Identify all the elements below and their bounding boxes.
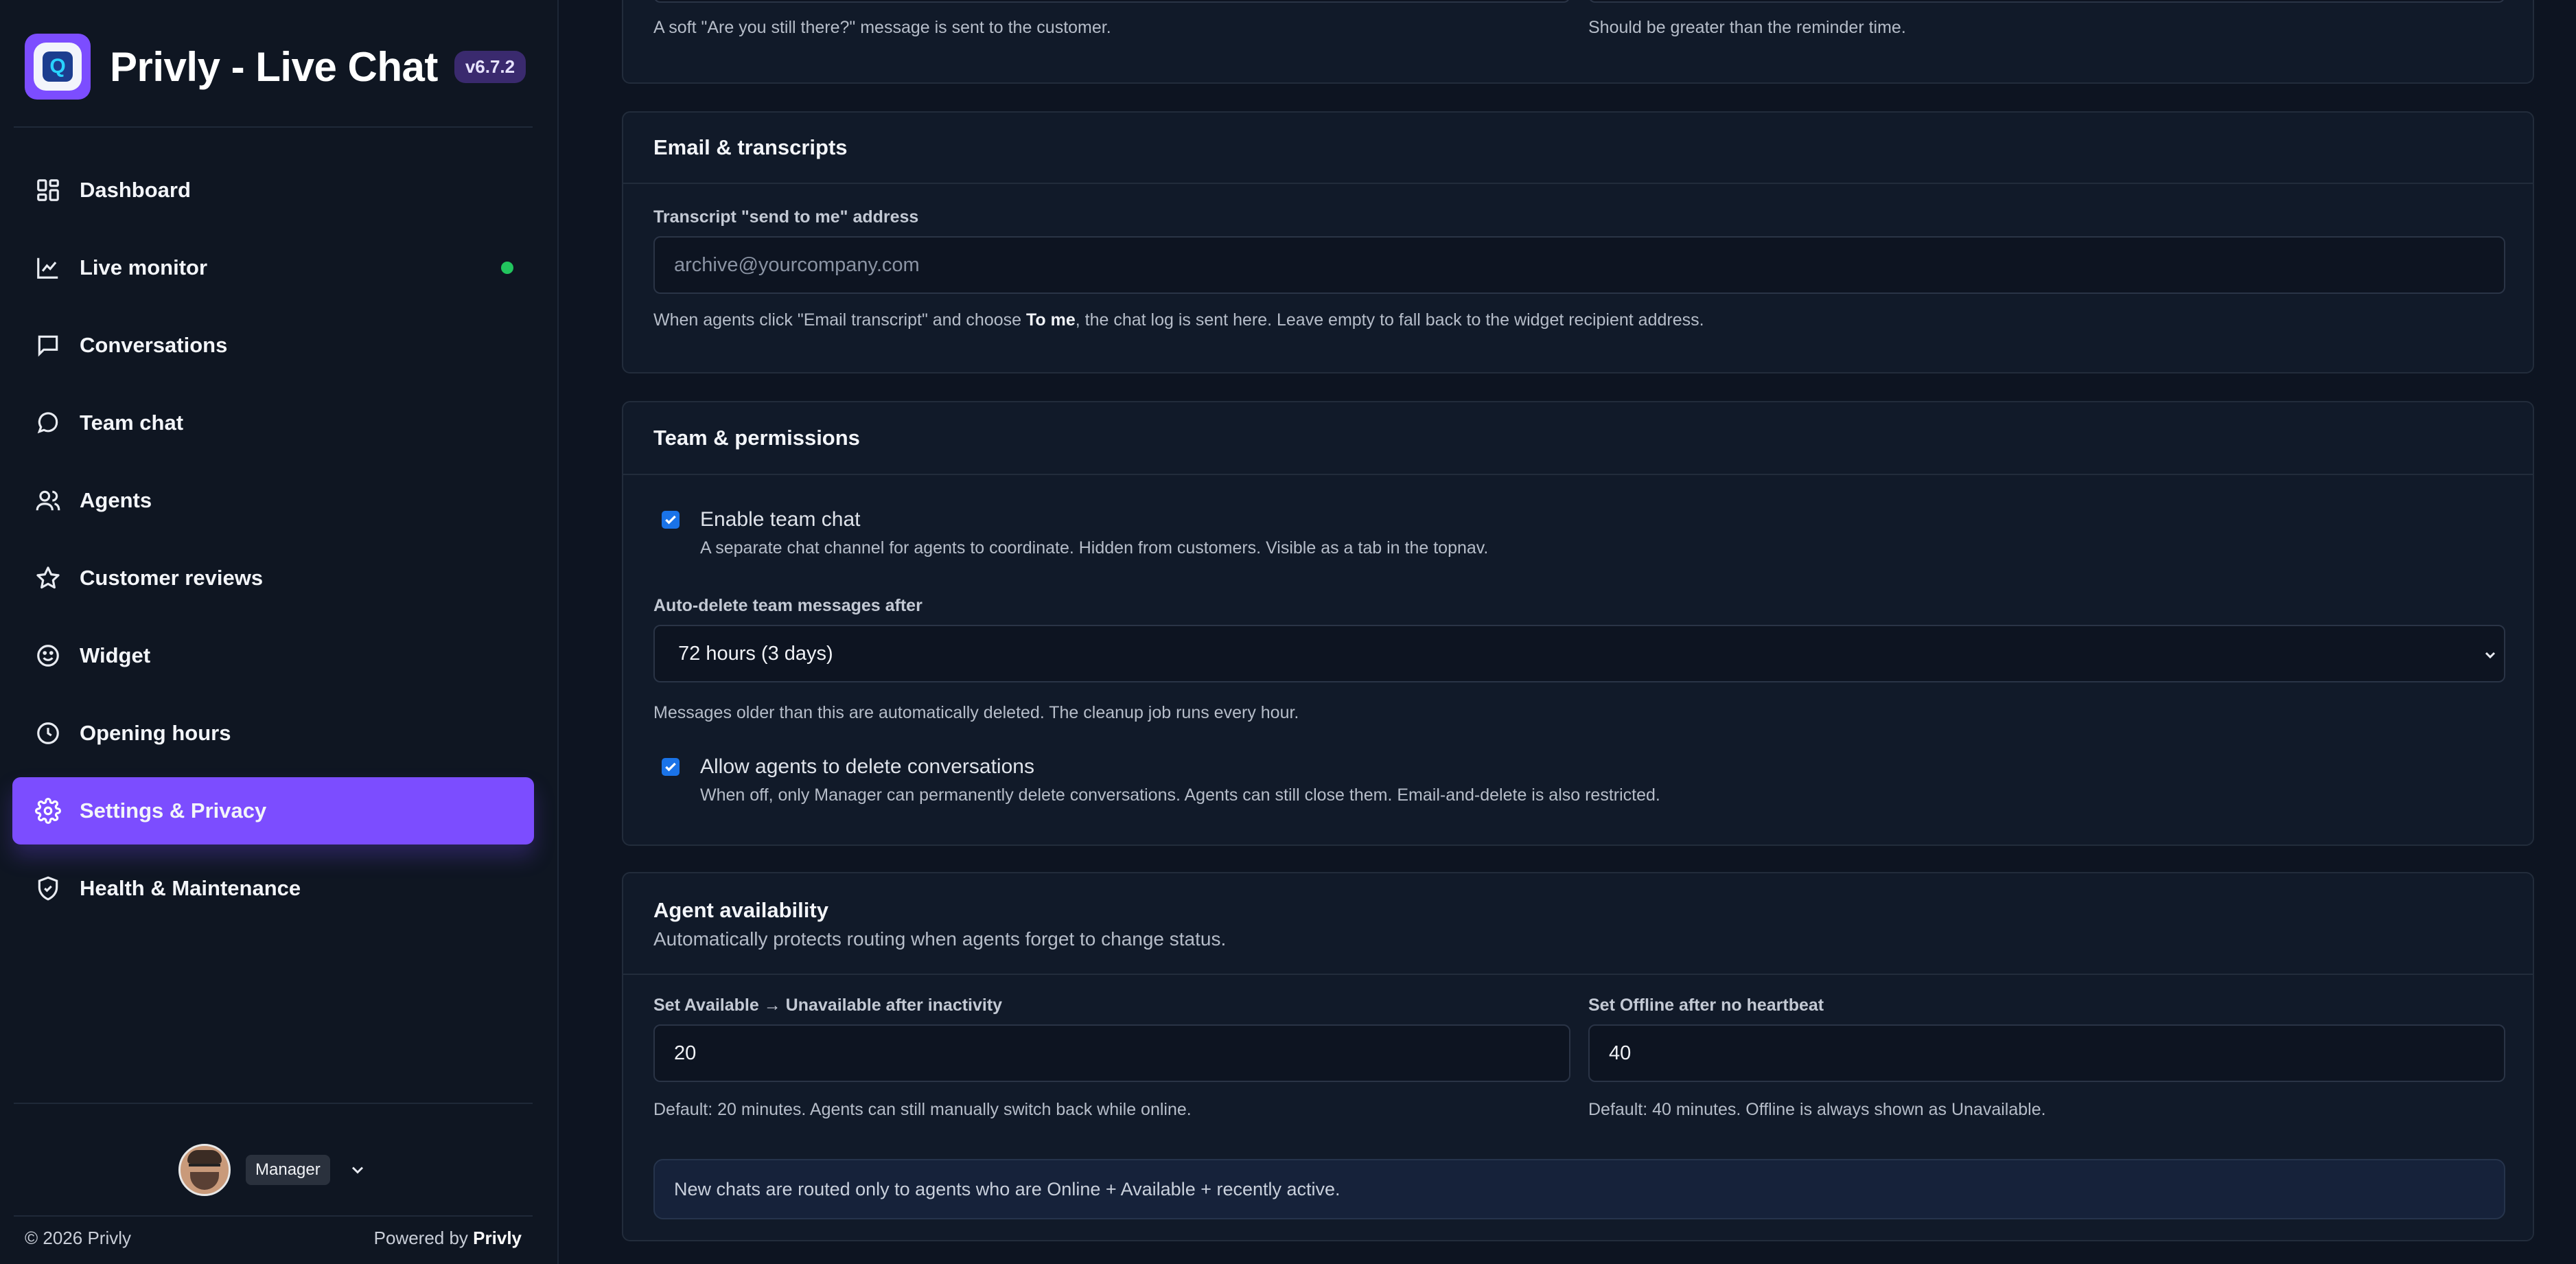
app-logo: Q <box>25 34 91 100</box>
chevron-down-icon <box>2485 652 2496 659</box>
autodelete-label: Auto-delete team messages after <box>653 596 923 615</box>
app-title: Privly - Live Chat <box>110 43 438 90</box>
shield-icon <box>34 875 62 902</box>
avatar <box>178 1144 231 1196</box>
smiley-icon <box>34 642 62 669</box>
nav-item-conversations[interactable]: Conversations <box>12 312 534 379</box>
nav-item-label: Conversations <box>80 333 228 357</box>
inactivity-label: Set Available → Unavailable after inacti… <box>653 996 1003 1015</box>
sidebar-divider <box>14 1215 533 1217</box>
transcript-help: When agents click "Email transcript" and… <box>653 310 1704 330</box>
nav-item-label: Widget <box>80 643 151 667</box>
nav-item-dashboard[interactable]: Dashboard <box>12 157 534 224</box>
nav-item-team-chat[interactable]: Team chat <box>12 389 534 457</box>
agent-availability-card: Agent availability Automatically protect… <box>622 872 2534 1241</box>
nav-item-label: Opening hours <box>80 721 231 745</box>
powered-by: Powered by Privly <box>373 1228 522 1248</box>
message-circle-icon <box>34 409 62 437</box>
enable-team-chat-row: Enable team chat A separate chat channel… <box>662 508 1488 558</box>
nav-item-opening-hours[interactable]: Opening hours <box>12 700 534 767</box>
team-permissions-card: Team & permissions Enable team chat A se… <box>622 401 2534 846</box>
transcript-address-label: Transcript "send to me" address <box>653 207 919 227</box>
inactivity-help: Default: 20 minutes. Agents can still ma… <box>653 1100 1192 1119</box>
reminder-input[interactable] <box>653 0 1570 3</box>
sidebar-divider <box>14 126 533 128</box>
powered-by-brand[interactable]: Privly <box>473 1228 522 1248</box>
copyright: © 2026 Privly <box>25 1228 131 1248</box>
autodelete-select[interactable]: 72 hours (3 days) <box>653 625 2505 682</box>
live-status-dot <box>501 262 513 274</box>
clock-icon <box>34 720 62 747</box>
section-title: Team & permissions <box>653 426 860 450</box>
allow-delete-help: When off, only Manager can permanently d… <box>700 785 1660 805</box>
chart-line-icon <box>34 254 62 281</box>
nav-item-label: Customer reviews <box>80 566 264 590</box>
routing-info-box: New chats are routed only to agents who … <box>653 1159 2505 1219</box>
star-icon <box>34 564 62 592</box>
section-subtitle: Automatically protects routing when agen… <box>653 928 1227 950</box>
inactivity-reminder-card: A soft "Are you still there?" message is… <box>622 0 2534 84</box>
user-menu[interactable]: Manager <box>178 1144 367 1196</box>
nav-item-settings-privacy[interactable]: Settings & Privacy <box>12 777 534 844</box>
nav-item-live-monitor[interactable]: Live monitor <box>12 234 534 301</box>
section-title: Email & transcripts <box>653 135 848 159</box>
nav-item-widget[interactable]: Widget <box>12 622 534 689</box>
email-transcripts-card: Email & transcripts Transcript "send to … <box>622 111 2534 374</box>
auto-close-input[interactable] <box>1588 0 2505 3</box>
role-badge: Manager <box>246 1155 330 1185</box>
version-badge: v6.7.2 <box>454 50 526 83</box>
nav-item-customer-reviews[interactable]: Customer reviews <box>12 544 534 612</box>
autodelete-help: Messages older than this are automatical… <box>653 703 1299 722</box>
users-icon <box>34 487 62 514</box>
nav-item-agents[interactable]: Agents <box>12 467 534 534</box>
nav-item-label: Settings & Privacy <box>80 798 267 823</box>
dashboard-icon <box>34 176 62 204</box>
offline-label: Set Offline after no heartbeat <box>1588 996 1824 1015</box>
section-title: Agent availability <box>653 898 828 922</box>
enable-team-chat-label: Enable team chat <box>700 508 861 531</box>
allow-delete-row: Allow agents to delete conversations Whe… <box>662 755 1660 805</box>
offline-help: Default: 40 minutes. Offline is always s… <box>1588 1100 2046 1119</box>
message-square-icon <box>34 332 62 359</box>
nav-item-label: Live monitor <box>80 255 208 279</box>
sidebar: Q Privly - Live Chat v6.7.2 Dashboard Li… <box>0 0 559 1264</box>
nav-item-label: Dashboard <box>80 178 191 202</box>
nav-item-label: Agents <box>80 488 152 512</box>
sidebar-footer: © 2026 Privly Powered by Privly <box>25 1228 522 1249</box>
sidebar-divider <box>14 1103 533 1104</box>
inactivity-minutes-input[interactable]: 20 <box>653 1024 1570 1082</box>
nav-item-label: Team chat <box>80 411 184 435</box>
allow-delete-label: Allow agents to delete conversations <box>700 755 1034 778</box>
allow-delete-checkbox[interactable] <box>662 758 680 776</box>
transcript-email-input[interactable]: archive@yourcompany.com <box>653 236 2505 294</box>
enable-team-chat-help: A separate chat channel for agents to co… <box>700 538 1489 558</box>
offline-minutes-input[interactable]: 40 <box>1588 1024 2505 1082</box>
nav-item-health-maintenance[interactable]: Health & Maintenance <box>12 855 534 922</box>
auto-close-help: Should be greater than the reminder time… <box>1588 18 1906 37</box>
chevron-down-icon[interactable] <box>348 1160 367 1180</box>
reminder-help: A soft "Are you still there?" message is… <box>653 18 1111 37</box>
main-nav: Dashboard Live monitor Conversations Tea… <box>12 157 534 932</box>
nav-item-label: Health & Maintenance <box>80 876 301 900</box>
enable-team-chat-checkbox[interactable] <box>662 511 680 529</box>
gear-icon <box>34 797 62 825</box>
brand[interactable]: Q Privly - Live Chat v6.7.2 <box>25 33 526 100</box>
